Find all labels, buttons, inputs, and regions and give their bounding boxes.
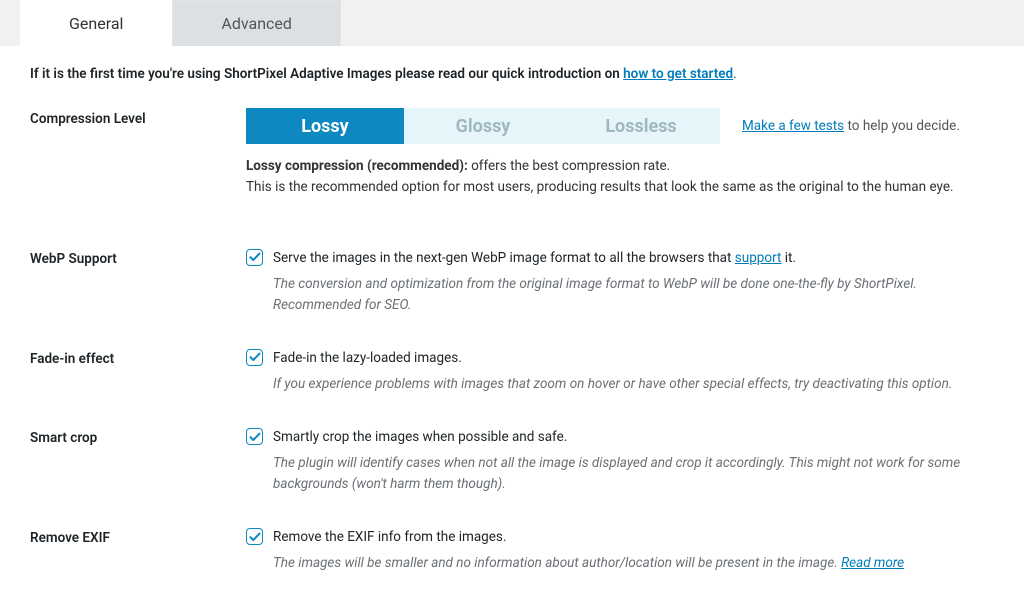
compression-label: Compression Level [30,108,246,198]
settings-panel: If it is the first time you're using Sho… [0,46,1024,606]
tab-general[interactable]: General [20,0,172,46]
fadein-label: Fade-in effect [30,348,246,395]
check-icon [249,351,261,363]
check-icon [249,531,261,543]
check-icon [249,251,261,263]
webp-label: WebP Support [30,248,246,316]
compression-desc: Lossy compression (recommended): offers … [246,156,994,198]
exif-label: Remove EXIF [30,527,246,574]
fadein-checkbox[interactable] [246,349,263,366]
compression-glossy-button[interactable]: Glossy [404,108,562,144]
make-tests-suffix: to help you decide. [844,118,960,134]
smartcrop-check-label: Smartly crop the images when possible an… [273,427,567,447]
make-tests-link[interactable]: Make a few tests [742,118,844,134]
intro-text: If it is the first time you're using Sho… [30,66,994,82]
support-link[interactable]: support [735,250,782,266]
check-icon [249,431,261,443]
tabs: General Advanced [0,0,1024,46]
exif-check-label: Remove the EXIF info from the images. [273,527,506,547]
smartcrop-hint: The plugin will identify cases when not … [273,453,994,495]
fadein-hint: If you experience problems with images t… [273,374,994,395]
compression-lossy-button[interactable]: Lossy [246,108,404,144]
exif-hint: The images will be smaller and no inform… [273,553,994,574]
how-to-get-started-link[interactable]: how to get started [623,66,733,82]
read-more-link[interactable]: Read more [841,555,904,571]
webp-checkbox[interactable] [246,249,263,266]
exif-checkbox[interactable] [246,528,263,545]
webp-check-label: Serve the images in the next-gen WebP im… [273,248,796,268]
smartcrop-checkbox[interactable] [246,428,263,445]
webp-hint: The conversion and optimization from the… [273,274,994,316]
compression-segmented: Lossy Glossy Lossless Make a few tests t… [246,108,994,144]
compression-lossless-button[interactable]: Lossless [562,108,720,144]
tab-advanced[interactable]: Advanced [172,0,341,46]
smartcrop-label: Smart crop [30,427,246,495]
fadein-check-label: Fade-in the lazy-loaded images. [273,348,462,368]
